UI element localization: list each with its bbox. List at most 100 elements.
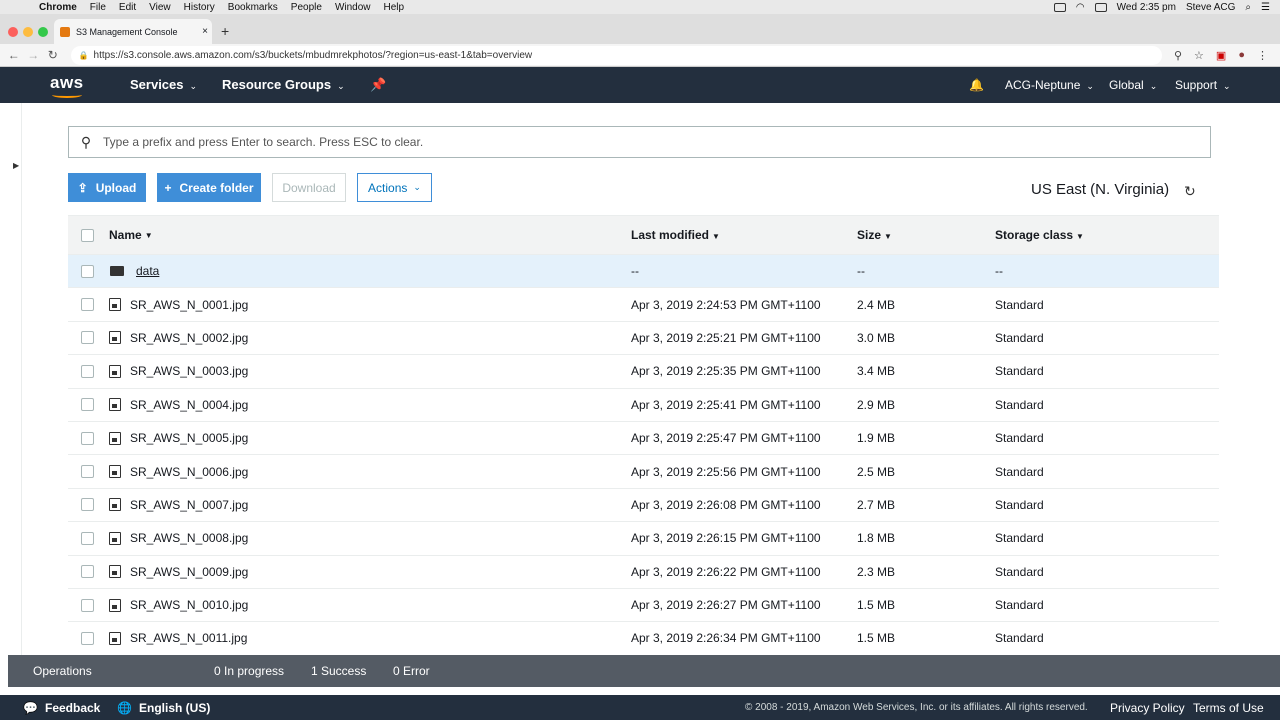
back-icon[interactable]: ← [4,48,24,62]
row-checkbox[interactable] [81,364,94,378]
menu-help[interactable]: Help [384,2,405,13]
plus-icon: + [164,180,172,195]
row-checkbox[interactable] [81,431,94,445]
support-menu[interactable]: Support ⌄ [1175,78,1231,92]
header-name[interactable]: Name ▼ [109,228,153,242]
privacy-policy-link[interactable]: Privacy Policy [1110,701,1185,715]
table-row[interactable]: SR_AWS_N_0008.jpg Apr 3, 2019 2:26:15 PM… [68,522,1219,556]
search-input[interactable] [103,135,1183,149]
expand-panel-icon[interactable]: ▶ [13,161,19,170]
row-checkbox[interactable] [81,498,94,512]
object-name-link[interactable]: SR_AWS_N_0002.jpg [130,331,248,345]
table-row[interactable]: SR_AWS_N_0002.jpg Apr 3, 2019 2:25:21 PM… [68,322,1219,356]
object-name-link[interactable]: SR_AWS_N_0009.jpg [130,565,248,579]
header-storage-class[interactable]: Storage class ▼ [995,228,1084,242]
object-name-link[interactable]: SR_AWS_N_0004.jpg [130,398,248,412]
row-checkbox[interactable] [81,598,94,612]
extension-icon[interactable]: ▣ [1216,49,1226,62]
menu-view[interactable]: View [149,2,171,13]
row-checkbox[interactable] [81,565,94,579]
upload-button[interactable]: ⇪ Upload [68,173,146,202]
row-checkbox[interactable] [81,298,94,312]
feedback-link[interactable]: Feedback [45,701,100,715]
region-menu[interactable]: Global ⌄ [1109,78,1157,92]
clock[interactable]: Wed 2:35 pm [1117,2,1176,13]
ops-in-progress[interactable]: 0 In progress [214,664,284,678]
cell-storage-class: Standard [995,631,1044,646]
browser-tab[interactable]: S3 Management Console × [54,19,212,44]
ops-error[interactable]: 0 Error [393,664,430,678]
object-name-link[interactable]: SR_AWS_N_0008.jpg [130,531,248,545]
object-name-link[interactable]: SR_AWS_N_0005.jpg [130,431,248,445]
download-button[interactable]: Download [272,173,346,202]
row-checkbox[interactable] [81,531,94,545]
row-checkbox[interactable] [81,264,94,278]
globe-icon[interactable]: 🌐 [117,701,132,715]
menu-bookmarks[interactable]: Bookmarks [228,2,278,13]
terms-of-use-link[interactable]: Terms of Use [1193,701,1264,715]
zoom-window-button[interactable] [38,27,48,37]
bookmark-star-icon[interactable]: ☆ [1194,49,1204,62]
menu-people[interactable]: People [291,2,322,13]
object-name-link[interactable]: SR_AWS_N_0006.jpg [130,465,248,479]
bell-icon[interactable]: 🔔 [969,78,984,92]
table-row[interactable]: SR_AWS_N_0007.jpg Apr 3, 2019 2:26:08 PM… [68,489,1219,523]
ops-success[interactable]: 1 Success [311,664,366,678]
table-row[interactable]: SR_AWS_N_0001.jpg Apr 3, 2019 2:24:53 PM… [68,288,1219,322]
notification-center-icon[interactable]: ☰ [1261,2,1270,13]
battery-icon[interactable] [1094,2,1107,12]
user-name[interactable]: Steve ACG [1186,2,1235,13]
new-tab-icon[interactable]: + [221,23,229,39]
menu-app-name[interactable]: Chrome [39,2,77,13]
services-menu[interactable]: Services ⌄ [130,77,197,92]
table-row[interactable]: SR_AWS_N_0003.jpg Apr 3, 2019 2:25:35 PM… [68,355,1219,389]
zoom-icon[interactable]: ⚲ [1174,49,1182,62]
table-row[interactable]: SR_AWS_N_0011.jpg Apr 3, 2019 2:26:34 PM… [68,622,1219,656]
profile-avatar-icon[interactable]: ● [1238,49,1245,61]
actions-button[interactable]: Actions ⌄ [357,173,432,202]
chrome-menu-icon[interactable]: ⋮ [1257,49,1268,62]
pin-icon[interactable]: 📌 [370,77,386,93]
language-selector[interactable]: English (US) [139,701,210,715]
menu-window[interactable]: Window [335,2,371,13]
create-folder-button[interactable]: + Create folder [157,173,261,202]
table-row[interactable]: data -- -- -- [68,255,1219,289]
aws-logo[interactable]: aws [50,73,84,93]
table-row[interactable]: SR_AWS_N_0009.jpg Apr 3, 2019 2:26:22 PM… [68,556,1219,589]
wifi-icon[interactable]: ◠ [1076,2,1085,13]
object-name-link[interactable]: SR_AWS_N_0007.jpg [130,498,248,512]
forward-icon[interactable]: → [24,48,44,62]
minimize-window-button[interactable] [23,27,33,37]
row-checkbox[interactable] [81,465,94,479]
spotlight-icon[interactable]: ⌕ [1245,2,1251,13]
header-size[interactable]: Size ▼ [857,228,892,242]
object-name-link[interactable]: SR_AWS_N_0011.jpg [130,631,247,645]
table-row[interactable]: SR_AWS_N_0004.jpg Apr 3, 2019 2:25:41 PM… [68,389,1219,422]
operations-bar[interactable]: Operations 0 In progress 1 Success 0 Err… [8,655,1280,687]
header-last-modified[interactable]: Last modified ▼ [631,228,720,242]
url-bar[interactable]: 🔒 https://s3.console.aws.amazon.com/s3/b… [70,45,1162,65]
table-row[interactable]: SR_AWS_N_0006.jpg Apr 3, 2019 2:25:56 PM… [68,455,1219,489]
row-checkbox[interactable] [81,631,94,645]
object-name-link[interactable]: SR_AWS_N_0001.jpg [130,298,248,312]
close-window-button[interactable] [8,27,18,37]
account-menu[interactable]: ACG-Neptune ⌄ [1005,78,1094,92]
refresh-icon[interactable]: ↻ [1184,183,1196,200]
resource-groups-menu[interactable]: Resource Groups ⌄ [222,77,345,92]
folder-link[interactable]: data [136,264,159,278]
menu-file[interactable]: File [90,2,106,13]
table-row[interactable]: SR_AWS_N_0010.jpg Apr 3, 2019 2:26:27 PM… [68,589,1219,623]
menu-edit[interactable]: Edit [119,2,136,13]
operations-label[interactable]: Operations [33,664,92,678]
reload-icon[interactable]: ↻ [43,48,63,62]
screen-icon[interactable] [1053,2,1066,12]
select-all-checkbox[interactable] [81,228,94,242]
row-checkbox[interactable] [81,398,94,412]
object-name-link[interactable]: SR_AWS_N_0010.jpg [130,598,248,612]
feedback-icon[interactable]: 💬 [23,701,38,715]
row-checkbox[interactable] [81,331,94,345]
close-tab-icon[interactable]: × [198,26,212,37]
table-row[interactable]: SR_AWS_N_0005.jpg Apr 3, 2019 2:25:47 PM… [68,422,1219,456]
menu-history[interactable]: History [184,2,215,13]
object-name-link[interactable]: SR_AWS_N_0003.jpg [130,364,248,378]
